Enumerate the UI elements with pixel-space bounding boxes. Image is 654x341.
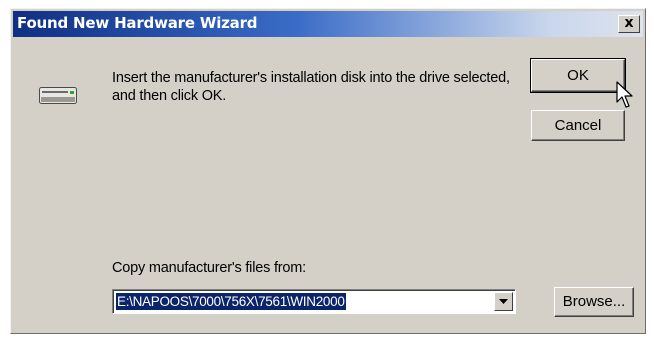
dropdown-button[interactable] (494, 292, 513, 311)
window-title: Found New Hardware Wizard (17, 14, 258, 32)
chevron-down-icon (499, 299, 508, 304)
copy-from-combobox[interactable]: E:\NAPOOS\7000\756X\7561\WIN2000 (112, 289, 516, 314)
cancel-button[interactable]: Cancel (531, 110, 625, 141)
title-bar[interactable]: Found New Hardware Wizard x (13, 11, 643, 37)
wizard-dialog: Found New Hardware Wizard x Insert the m… (10, 8, 646, 334)
copy-from-label: Copy manufacturer's files from: (112, 260, 306, 276)
mouse-pointer-icon (616, 81, 633, 108)
floppy-drive-icon (39, 87, 77, 104)
copy-from-path[interactable]: E:\NAPOOS\7000\756X\7561\WIN2000 (115, 292, 347, 311)
ok-button[interactable]: OK (530, 58, 626, 93)
instruction-text: Insert the manufacturer's installation d… (112, 70, 510, 104)
browse-button[interactable]: Browse... (554, 287, 634, 317)
close-button[interactable]: x (618, 15, 640, 33)
close-icon: x (624, 15, 634, 31)
